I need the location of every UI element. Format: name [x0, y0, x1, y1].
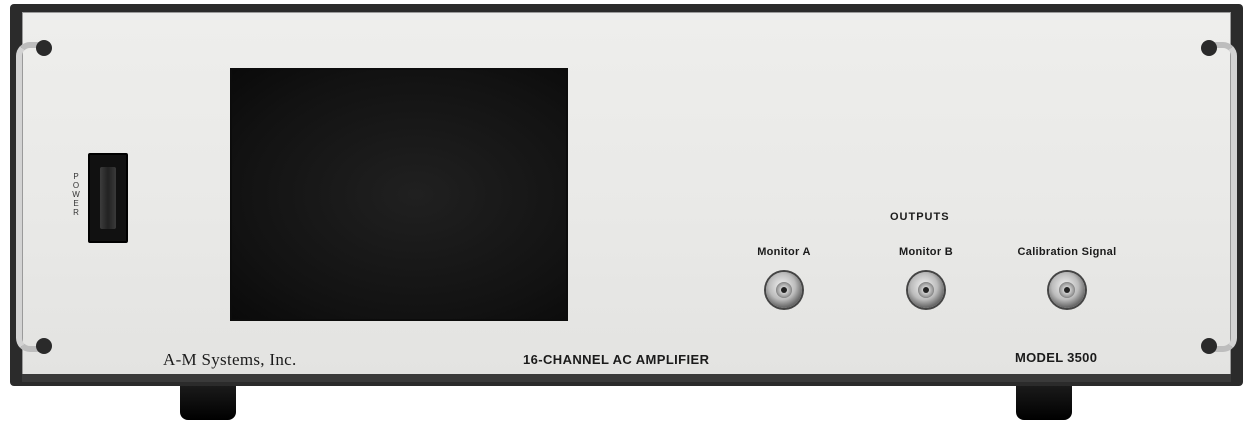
power-rocker[interactable]: [100, 167, 116, 229]
left-foot: [180, 386, 236, 420]
calibration-signal-connector[interactable]: [1049, 272, 1085, 308]
front-panel: [22, 12, 1231, 376]
brand-name: A-M Systems, Inc.: [163, 350, 297, 369]
monitor-b-connector[interactable]: [908, 272, 944, 308]
connector-pin: [1064, 287, 1070, 293]
left-handle-bottom-screw: [36, 338, 52, 354]
right-rack-handle: [1201, 40, 1237, 354]
connector-pin: [923, 287, 929, 293]
monitor-b-label: Monitor B: [898, 246, 954, 258]
outputs-heading: OUTPUTS: [890, 211, 950, 223]
right-foot: [1016, 386, 1072, 420]
right-handle-bottom-screw: [1201, 338, 1217, 354]
power-switch[interactable]: [88, 153, 128, 243]
panel-bottom-strip: [22, 374, 1231, 382]
right-handle-top-screw: [1201, 40, 1217, 56]
calibration-signal-label: Calibration Signal: [1017, 246, 1117, 258]
display-screen: [230, 68, 568, 321]
monitor-a-connector[interactable]: [766, 272, 802, 308]
connector-pin: [781, 287, 787, 293]
power-label: POWER: [72, 172, 80, 217]
monitor-a-label: Monitor A: [757, 246, 811, 258]
left-handle-top-screw: [36, 40, 52, 56]
left-rack-handle: [16, 40, 52, 354]
product-name: 16-CHANNEL AC AMPLIFIER: [523, 352, 710, 367]
model-number: MODEL 3500: [1015, 350, 1098, 365]
